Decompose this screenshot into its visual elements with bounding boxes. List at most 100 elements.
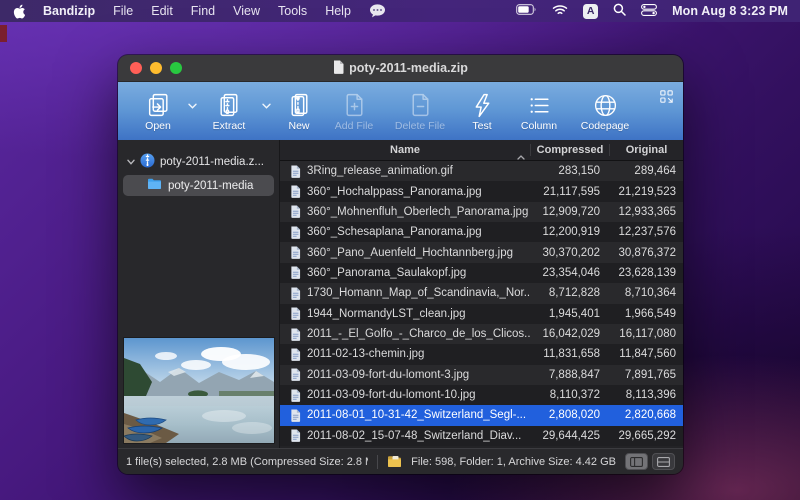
toolbar-extract-label: Extract	[213, 120, 246, 132]
table-header: Name Compressed Original	[280, 140, 683, 161]
zoom-button[interactable]	[170, 62, 182, 74]
wallpaper-accent	[0, 25, 7, 42]
toolbar-column-button[interactable]: Column	[508, 92, 570, 132]
window-title: poty-2011-media.zip	[349, 61, 468, 75]
toolbar-new-button[interactable]: New	[274, 92, 324, 132]
extract-dropdown-chevron-icon[interactable]	[258, 103, 274, 109]
layout-split-toggle[interactable]	[652, 453, 675, 470]
file-icon	[290, 389, 301, 402]
toolbar: Open Extract	[118, 82, 683, 140]
close-button[interactable]	[130, 62, 142, 74]
file-name: 2011-03-09-fort-du-lomont-3.jpg	[307, 369, 469, 381]
file-icon	[290, 328, 301, 341]
file-name: 2011_-_El_Golfo_-_Charco_de_los_Clicos..…	[307, 328, 530, 340]
apple-menu-icon[interactable]	[12, 4, 25, 19]
wifi-icon[interactable]	[552, 4, 568, 19]
compressed-size: 12,200,919	[530, 226, 610, 238]
table-row[interactable]: 360°_Panorama_Saulakopf.jpg 23,354,046 2…	[280, 263, 683, 283]
file-name: 360°_Hochalppass_Panorama.jpg	[307, 186, 482, 198]
toolbar-column-label: Column	[521, 120, 557, 132]
minimize-button[interactable]	[150, 62, 162, 74]
table-row[interactable]: 360°_Hochalppass_Panorama.jpg 21,117,595…	[280, 181, 683, 201]
original-size: 23,628,139	[610, 267, 683, 279]
table-row[interactable]: 2011_-_El_Golfo_-_Charco_de_los_Clicos..…	[280, 324, 683, 344]
file-name: 360°_Pano_Auenfeld_Hochtannberg.jpg	[307, 247, 513, 259]
menu-file[interactable]: File	[113, 4, 133, 18]
compressed-size: 21,117,595	[530, 186, 610, 198]
table-row[interactable]: 1944_NormandyLST_clean.jpg 1,945,401 1,9…	[280, 304, 683, 324]
original-size: 2,820,668	[610, 409, 683, 421]
toolbar-codepage-button[interactable]: Codepage	[570, 92, 640, 132]
table-row[interactable]: 2011-03-09-fort-du-lomont-3.jpg 7,888,84…	[280, 365, 683, 385]
toolbar-delete-file-button: Delete File	[384, 92, 456, 132]
original-size: 16,117,080	[610, 328, 683, 340]
toolbar-add-file-label: Add File	[335, 120, 374, 132]
layout-sidebar-toggle[interactable]	[625, 453, 648, 470]
sidebar-item-folder-selected[interactable]: poty-2011-media	[123, 175, 274, 196]
table-row[interactable]: 360°_Schesaplana_Panorama.jpg 12,200,919…	[280, 222, 683, 242]
original-size: 12,933,365	[610, 206, 683, 218]
menu-app-name[interactable]: Bandizip	[43, 4, 95, 18]
menu-tools[interactable]: Tools	[278, 4, 307, 18]
original-size: 11,847,560	[610, 348, 683, 360]
chat-bubble-icon[interactable]	[369, 4, 386, 18]
menu-view[interactable]: View	[233, 4, 260, 18]
file-icon	[290, 246, 301, 259]
table-row[interactable]: 2011-08-02_15-07-48_Switzerland_Diav... …	[280, 426, 683, 446]
file-icon	[290, 307, 301, 320]
status-bar: 1 file(s) selected, 2.8 MB (Compressed S…	[118, 448, 683, 474]
table-row[interactable]: 360°_Mohnenfluh_Oberlech_Panorama.jpg 12…	[280, 202, 683, 222]
battery-icon[interactable]	[516, 4, 537, 18]
compressed-size: 16,042,029	[530, 328, 610, 340]
file-icon	[290, 226, 301, 239]
spotlight-search-icon[interactable]	[613, 3, 626, 19]
original-size: 30,876,372	[610, 247, 683, 259]
table-row[interactable]: 2011-03-09-fort-du-lomont-10.jpg 8,110,3…	[280, 385, 683, 405]
toolbar-extract-button[interactable]: Extract	[200, 92, 258, 132]
toolbar-delete-file-label: Delete File	[395, 120, 445, 132]
bandizip-window: poty-2011-media.zip Open	[118, 55, 683, 474]
original-size: 1,966,549	[610, 308, 683, 320]
image-preview	[123, 337, 275, 444]
original-size: 8,113,396	[610, 389, 683, 401]
file-icon	[290, 165, 301, 178]
sort-ascending-icon	[517, 151, 525, 163]
table-row[interactable]: 2011-08-01_10-31-42_Switzerland_Segl-...…	[280, 405, 683, 425]
compressed-size: 1,945,401	[530, 308, 610, 320]
toolbar-test-button[interactable]: Test	[456, 92, 508, 132]
toolbar-codepage-label: Codepage	[581, 120, 629, 132]
column-header-compressed[interactable]: Compressed	[530, 144, 610, 156]
sidebar-item-archive-root[interactable]: poty-2011-media.z...	[118, 152, 279, 172]
table-row[interactable]: 360°_Pano_Auenfeld_Hochtannberg.jpg 30,3…	[280, 242, 683, 262]
document-icon	[333, 60, 344, 77]
table-body[interactable]: 3Ring_release_animation.gif 283,150 289,…	[280, 161, 683, 448]
file-icon	[290, 429, 301, 442]
column-header-original[interactable]: Original	[610, 144, 683, 156]
compressed-size: 8,712,828	[530, 287, 610, 299]
compressed-size: 283,150	[530, 165, 610, 177]
file-name: 3Ring_release_animation.gif	[307, 165, 453, 177]
original-size: 12,237,576	[610, 226, 683, 238]
table-row[interactable]: 2011-02-13-chemin.jpg 11,831,658 11,847,…	[280, 344, 683, 364]
input-source-icon[interactable]: A	[583, 4, 598, 19]
toolbar-add-file-button: Add File	[324, 92, 384, 132]
toolbar-customize-icon[interactable]	[660, 90, 673, 108]
control-center-icon[interactable]	[641, 4, 657, 19]
chevron-down-icon[interactable]	[127, 156, 135, 168]
folder-status-icon	[387, 455, 402, 468]
sidebar-root-label: poty-2011-media.z...	[160, 156, 264, 168]
open-dropdown-chevron-icon[interactable]	[184, 103, 200, 109]
menu-bar-clock[interactable]: Mon Aug 8 3:23 PM	[672, 4, 788, 18]
compressed-size: 12,909,720	[530, 206, 610, 218]
toolbar-open-button[interactable]: Open	[132, 92, 184, 132]
menu-find[interactable]: Find	[191, 4, 215, 18]
original-size: 7,891,765	[610, 369, 683, 381]
column-header-name[interactable]: Name	[280, 144, 530, 156]
file-name: 1944_NormandyLST_clean.jpg	[307, 308, 466, 320]
table-row[interactable]: 1730_Homann_Map_of_Scandinavia,_Nor... 8…	[280, 283, 683, 303]
title-bar[interactable]: poty-2011-media.zip	[118, 55, 683, 82]
table-row[interactable]: 3Ring_release_animation.gif 283,150 289,…	[280, 161, 683, 181]
menu-edit[interactable]: Edit	[151, 4, 173, 18]
menu-help[interactable]: Help	[325, 4, 351, 18]
sidebar: poty-2011-media.z... poty-2011-media	[118, 140, 280, 448]
